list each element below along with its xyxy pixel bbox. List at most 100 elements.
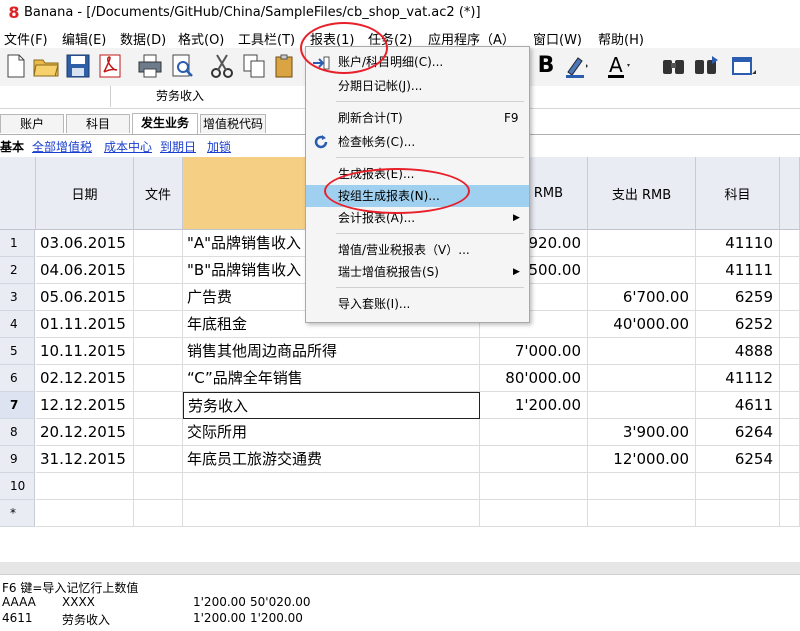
cell-description[interactable]: 交际所用 xyxy=(183,419,480,446)
cell-address-box[interactable] xyxy=(0,86,111,107)
cell-extra[interactable] xyxy=(780,257,800,284)
cell-document[interactable] xyxy=(134,311,183,338)
cut-icon[interactable] xyxy=(208,52,236,80)
row-number[interactable]: * xyxy=(0,500,35,527)
cell-document[interactable] xyxy=(134,500,183,527)
window-layout-icon[interactable] xyxy=(730,52,758,80)
cell-date[interactable] xyxy=(36,500,134,527)
row-number[interactable]: 5 xyxy=(0,338,35,365)
cell-extra[interactable] xyxy=(780,284,800,311)
row-number[interactable]: 7 xyxy=(0,392,35,419)
row-number[interactable]: 2 xyxy=(0,257,35,284)
new-file-icon[interactable] xyxy=(2,52,30,80)
row-number[interactable]: 10 xyxy=(0,473,35,500)
menu-toolbar[interactable]: 工具栏(T) xyxy=(238,29,295,48)
cell-expense[interactable] xyxy=(588,365,696,392)
cell-description[interactable] xyxy=(183,500,480,527)
menu-help[interactable]: 帮助(H) xyxy=(598,29,644,48)
cell-date[interactable]: 02.12.2015 xyxy=(36,365,134,392)
row-number[interactable]: 6 xyxy=(0,365,35,392)
cell-description[interactable] xyxy=(183,473,480,500)
cell-extra[interactable] xyxy=(780,500,800,527)
cell-account[interactable]: 4888 xyxy=(696,338,780,365)
cell-income[interactable] xyxy=(480,419,588,446)
cell-extra[interactable] xyxy=(780,419,800,446)
cell-extra[interactable] xyxy=(780,473,800,500)
cell-expense[interactable]: 40'000.00 xyxy=(588,311,696,338)
cell-expense[interactable] xyxy=(588,257,696,284)
view-link-all-vat[interactable]: 全部增值税 xyxy=(32,138,92,155)
cell-document[interactable] xyxy=(134,365,183,392)
pdf-export-icon[interactable] xyxy=(96,52,124,80)
cell-extra[interactable] xyxy=(780,311,800,338)
open-folder-icon[interactable] xyxy=(32,52,60,80)
cell-document[interactable] xyxy=(134,257,183,284)
cell-document[interactable] xyxy=(134,446,183,473)
row-number[interactable]: 4 xyxy=(0,311,35,338)
find-binoculars-icon[interactable] xyxy=(660,52,688,80)
menu-file[interactable]: 文件(F) xyxy=(4,29,48,48)
cell-document[interactable] xyxy=(134,230,183,257)
view-link-lock[interactable]: 加锁 xyxy=(207,138,231,155)
cell-income[interactable]: 80'000.00 xyxy=(480,365,588,392)
paste-icon[interactable] xyxy=(272,52,300,80)
cell-document[interactable] xyxy=(134,473,183,500)
cell-expense[interactable] xyxy=(588,392,696,419)
menu-edit[interactable]: 编辑(E) xyxy=(62,29,106,48)
highlight-pen-icon[interactable] xyxy=(562,52,590,80)
copy-icon[interactable] xyxy=(240,52,268,80)
menu-item-recalculate[interactable]: 刷新合计(T) F9 xyxy=(306,107,529,129)
tab-vat-codes[interactable]: 增值税代码 xyxy=(200,114,266,133)
banana-app-icon[interactable]: 8 xyxy=(6,4,22,22)
header-expense[interactable]: 支出 RMB xyxy=(588,157,696,230)
tab-accounts[interactable]: 账户 xyxy=(0,114,64,133)
menu-item-account-detail[interactable]: 账户/科目明细(C)... xyxy=(306,51,529,73)
cell-account[interactable]: 6264 xyxy=(696,419,780,446)
save-icon[interactable] xyxy=(64,52,92,80)
menu-item-accounting-reports[interactable]: 会计报表(A)... ▶ xyxy=(306,207,529,229)
bold-icon[interactable]: B xyxy=(532,52,560,80)
menu-item-swiss-vat-report[interactable]: 瑞士增值税报告(S) ▶ xyxy=(306,261,529,283)
menu-item-report-by-group[interactable]: 按组生成报表(N)... xyxy=(306,185,529,207)
header-account[interactable]: 科目 xyxy=(696,157,780,230)
cell-extra[interactable] xyxy=(780,230,800,257)
cell-extra[interactable] xyxy=(780,338,800,365)
print-icon[interactable] xyxy=(136,52,164,80)
cell-expense[interactable]: 6'700.00 xyxy=(588,284,696,311)
cell-extra[interactable] xyxy=(780,365,800,392)
menu-format[interactable]: 格式(O) xyxy=(178,29,224,48)
menu-data[interactable]: 数据(D) xyxy=(120,29,166,48)
cell-date[interactable]: 20.12.2015 xyxy=(36,419,134,446)
row-number[interactable]: 9 xyxy=(0,446,35,473)
row-number[interactable]: 1 xyxy=(0,230,35,257)
cell-income[interactable]: 1'200.00 xyxy=(480,392,588,419)
cell-extra[interactable] xyxy=(780,392,800,419)
cell-expense[interactable] xyxy=(588,230,696,257)
cell-date[interactable]: 10.11.2015 xyxy=(36,338,134,365)
cell-document[interactable] xyxy=(134,338,183,365)
cell-date[interactable]: 05.06.2015 xyxy=(36,284,134,311)
font-color-icon[interactable]: A xyxy=(604,52,632,80)
cell-date[interactable]: 04.06.2015 xyxy=(36,257,134,284)
cell-expense[interactable] xyxy=(588,473,696,500)
cell-income[interactable]: 7'000.00 xyxy=(480,338,588,365)
replace-binoculars-icon[interactable] xyxy=(692,52,720,80)
cell-account[interactable]: 41112 xyxy=(696,365,780,392)
cell-document[interactable] xyxy=(134,392,183,419)
menu-item-import-ledger[interactable]: 导入套账(I)... xyxy=(306,293,529,315)
cell-account[interactable]: 4611 xyxy=(696,392,780,419)
cell-income[interactable] xyxy=(480,473,588,500)
cell-account[interactable] xyxy=(696,473,780,500)
cell-document[interactable] xyxy=(134,284,183,311)
row-number[interactable]: 3 xyxy=(0,284,35,311)
header-document[interactable]: 文件 xyxy=(134,157,183,230)
tab-transactions[interactable]: 发生业务 xyxy=(132,113,198,134)
menu-item-check-accounts[interactable]: 检查帐务(C)... xyxy=(306,131,529,153)
row-number[interactable]: 8 xyxy=(0,419,35,446)
cell-description[interactable]: “C”品牌全年销售 xyxy=(183,365,480,392)
cell-account[interactable]: 6254 xyxy=(696,446,780,473)
cell-expense[interactable]: 3'900.00 xyxy=(588,419,696,446)
header-date[interactable]: 日期 xyxy=(36,157,134,230)
cell-description[interactable]: 劳务收入 xyxy=(183,392,480,419)
cell-extra[interactable] xyxy=(780,446,800,473)
